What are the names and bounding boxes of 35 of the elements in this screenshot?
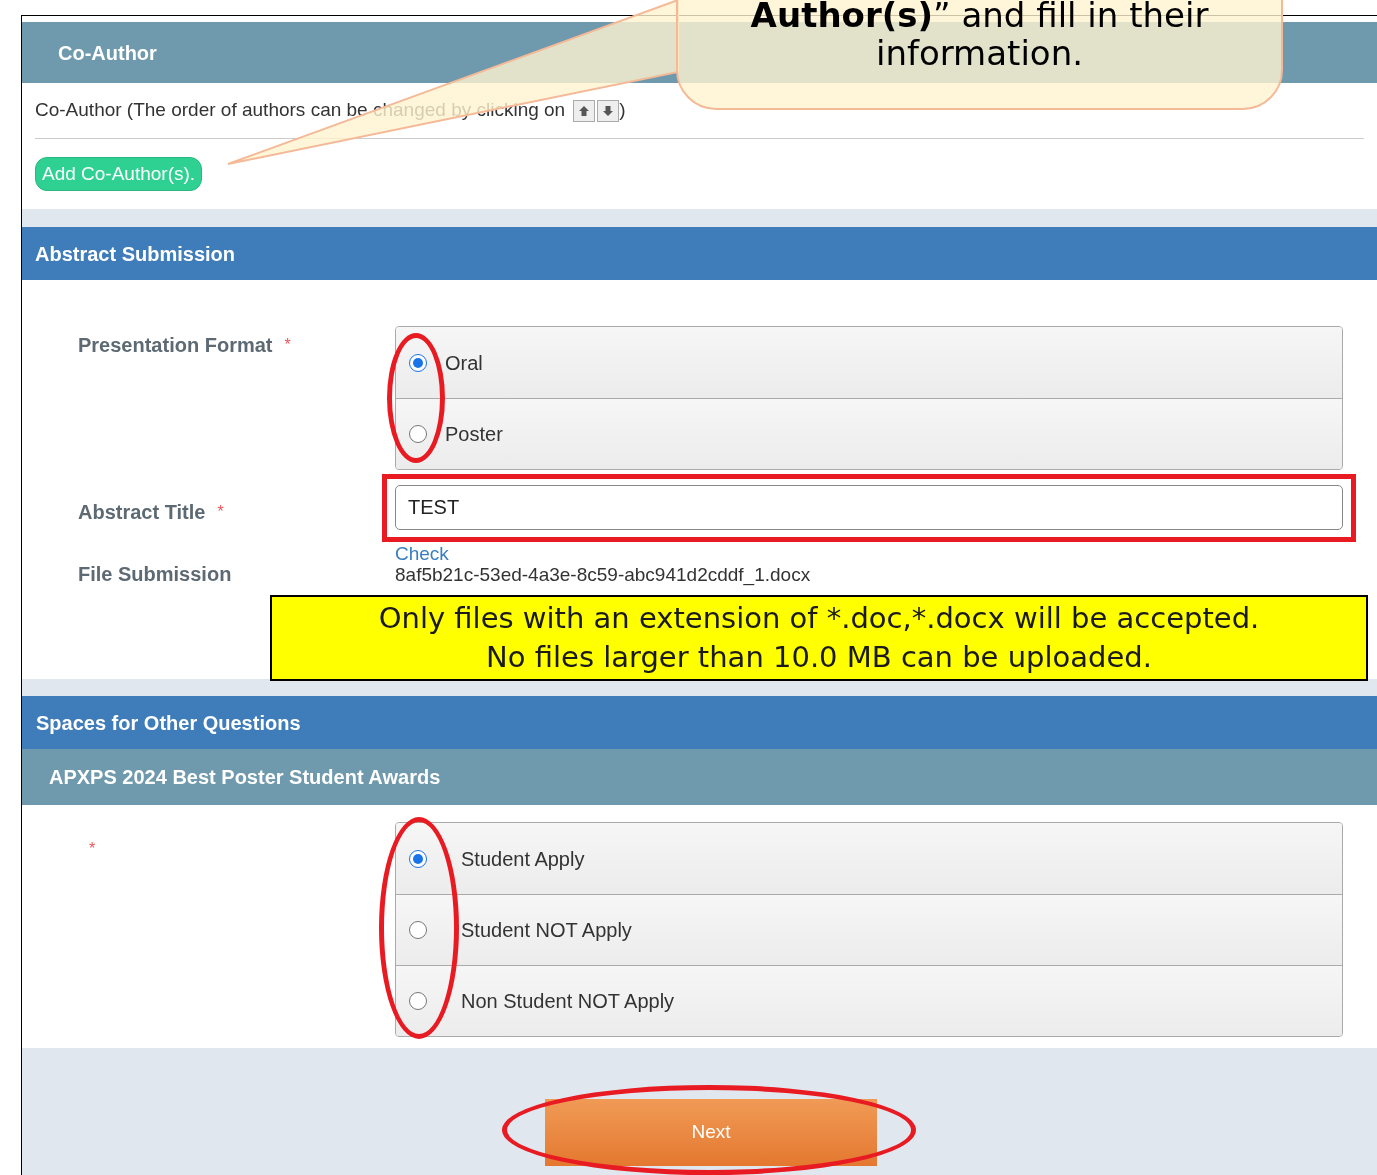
radio-button[interactable]: [409, 849, 427, 868]
section-title: Abstract Submission: [35, 241, 236, 267]
field-label: Abstract Title: [78, 500, 206, 525]
radio-option[interactable]: Oral: [396, 327, 1342, 398]
check-link[interactable]: Check: [395, 544, 449, 563]
radio-button[interactable]: [409, 921, 427, 939]
abstract-title-field[interactable]: TEST: [395, 485, 1343, 530]
radio-option[interactable]: Poster: [396, 398, 1342, 469]
radio-option[interactable]: Student Apply: [396, 823, 1342, 894]
required-mark: *: [89, 839, 96, 859]
subsection-title: APXPS 2024 Best Poster Student Awards: [49, 765, 441, 790]
radio-option[interactable]: Student NOT Apply: [396, 894, 1342, 965]
option-label: Student NOT Apply: [461, 918, 632, 943]
notice-text: Only files with an extension of *.doc,*.docx will be accepted.: [378, 600, 1260, 637]
required-mark: *: [217, 502, 224, 522]
required-mark: *: [284, 335, 291, 355]
section-title: Co-Author: [58, 40, 157, 66]
file-name: 8af5b21c-53ed-4a3e-8c59-abc941d2cddf_1.docx: [395, 565, 811, 584]
radio-button[interactable]: [409, 992, 427, 1010]
radio-button[interactable]: [409, 425, 427, 443]
option-label: Student Apply: [461, 846, 585, 872]
field-label: File Submission: [78, 562, 232, 587]
option-label: Oral: [445, 350, 483, 376]
field-label: Presentation Format: [78, 333, 273, 358]
callout-text: Author(s)” and fill in their: [750, 0, 1209, 34]
radio-button[interactable]: [409, 353, 427, 372]
move-down-icon[interactable]: [597, 99, 620, 122]
move-up-icon[interactable]: [573, 99, 596, 122]
callout-text: information.: [875, 34, 1083, 72]
option-label: Poster: [445, 422, 503, 447]
radio-option[interactable]: Non Student NOT Apply: [396, 965, 1342, 1036]
notice-text: No files larger than 10.0 MB can be uploaded.: [486, 639, 1152, 676]
option-label: Non Student NOT Apply: [461, 989, 675, 1014]
co-author-note: ): [619, 98, 626, 123]
section-title: Spaces for Other Questions: [36, 710, 301, 736]
